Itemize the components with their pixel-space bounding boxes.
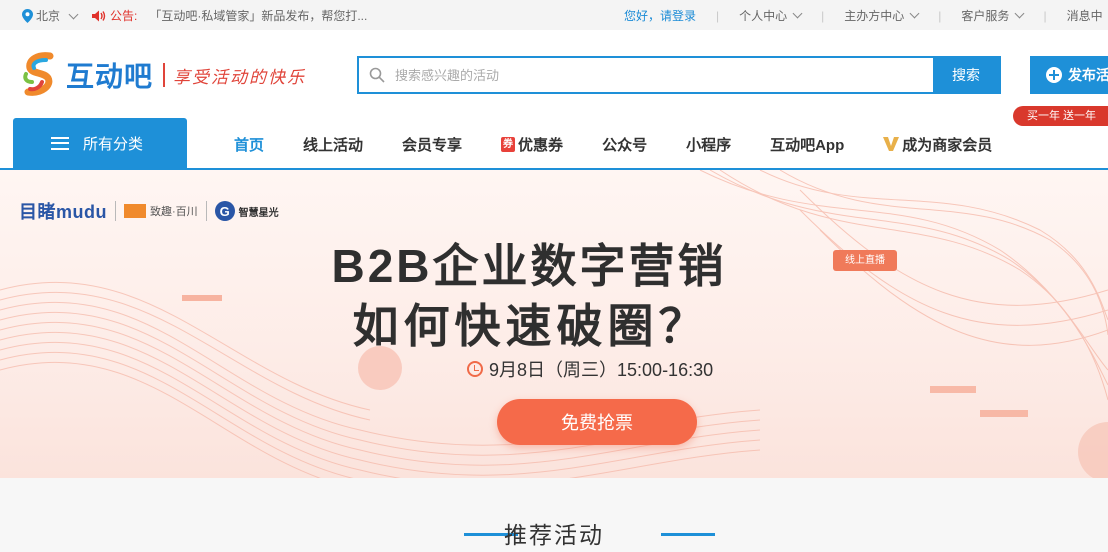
logo-name: 互动吧 [66,61,154,92]
announcement-text[interactable]: 「互动吧·私域管家」新品发布，帮您打... [149,7,367,24]
nav-item-home[interactable]: 首页 [234,134,264,155]
customer-service-menu[interactable]: 客户服务 [961,7,1025,24]
sponsor-logos: 目睹mudu 致趣·百川 G 智慧星光 [19,198,279,224]
divider [205,201,207,221]
main-nav: 所有分类 首页 线上活动 会员专享 券 优惠券 公众号 小程序 互动吧App 成… [0,106,1108,170]
speaker-icon [92,10,106,21]
menu-icon [51,136,69,150]
search-icon [359,58,395,92]
event-time: 9月8日（周三）15:00-16:30 [467,356,713,382]
top-bar: 北京 公告: 「互动吧·私域管家」新品发布，帮您打... 您好，请登录 | 个人… [0,0,1108,30]
divider [115,201,116,221]
banner-headline-line1: B2B企业数字营销 [331,240,727,292]
zhihui-xingguang-logo: G 智慧星光 [214,201,279,221]
title-line-right [661,533,715,536]
nav-items: 首页 线上活动 会员专享 券 优惠券 公众号 小程序 互动吧App 成为商家会员 [234,120,1031,168]
nav-item-member-exclusive[interactable]: 会员专享 [402,134,462,155]
chevron-down-icon [909,8,920,19]
live-tag: 线上直播 [833,250,897,271]
zhiqu-baichuan-logo: 致趣·百川 [124,203,198,219]
location-label: 北京 [36,9,61,23]
nav-item-online-events[interactable]: 线上活动 [303,134,363,155]
search-button[interactable]: 搜索 [933,58,999,92]
login-link[interactable]: 您好，请登录 [624,7,696,24]
announcement-label: 公告: [110,9,138,23]
banner-headline-line2: 如何快速破圈？ [352,300,710,352]
nav-item-merchant-member[interactable]: 成为商家会员 [883,134,992,155]
chevron-down-icon [792,8,803,19]
publish-event-button[interactable]: 发布活 [1030,56,1108,94]
nav-item-merchant-label: 成为商家会员 [902,136,993,154]
divider: | [716,8,720,23]
zhiqu-logo-icon [124,204,146,218]
user-links: 您好，请登录 | 个人中心 | 主办方中心 | 客户服务 | 消息中 [624,7,1103,24]
announcement[interactable]: 公告: 「互动吧·私域管家」新品发布，帮您打... [92,7,367,24]
free-ticket-button[interactable]: 免费抢票 [497,399,697,445]
location-selector[interactable]: 北京 [22,7,79,24]
hero-banner[interactable]: 目睹mudu 致趣·百川 G 智慧星光 B2B企业数字营销 如何快速破圈？ 线上… [0,170,1108,478]
vip-v-icon [883,137,900,151]
logo-divider [163,63,166,87]
coupon-icon: 券 [501,136,516,152]
personal-center-menu[interactable]: 个人中心 [739,7,803,24]
all-categories-label: 所有分类 [83,135,144,153]
g-logo-icon: G [214,201,235,221]
header: 互动吧 享受活动的快乐 搜索 发布活 [0,30,1108,120]
location-pin-icon [22,8,33,23]
section-title: 推荐活动 [504,522,604,548]
zhihui-logo-text: 智慧星光 [238,207,279,219]
mudu-logo: 目睹mudu [19,202,107,222]
nav-item-official-account[interactable]: 公众号 [602,134,647,155]
alarm-clock-icon [467,361,483,377]
promo-badge: 买一年 送一年 [1013,106,1108,126]
search-input[interactable] [395,58,933,92]
hudongba-logo-icon [23,52,54,96]
messages-link[interactable]: 消息中 [1067,7,1103,24]
plus-circle-icon [1046,67,1062,83]
nav-item-coupons[interactable]: 券 优惠券 [501,134,563,155]
nav-item-coupons-label: 优惠券 [518,136,564,154]
zhiqu-logo-text: 致趣·百川 [150,206,198,218]
recommended-section: 推荐活动 [0,478,1108,552]
chevron-down-icon [68,9,79,19]
divider: | [938,8,942,23]
nav-item-app[interactable]: 互动吧App [770,134,844,155]
publish-label: 发布活 [1068,67,1108,83]
event-time-text: 9月8日（周三）15:00-16:30 [489,360,714,380]
site-logo[interactable]: 互动吧 享受活动的快乐 [20,52,306,98]
search-bar: 搜索 [357,56,1001,94]
logo-slogan: 享受活动的快乐 [173,67,307,88]
organizer-center-menu[interactable]: 主办方中心 [844,7,920,24]
divider: | [1043,8,1047,23]
divider: | [821,8,825,23]
chevron-down-icon [1014,8,1025,19]
all-categories-button[interactable]: 所有分类 [13,118,187,168]
nav-item-mini-program[interactable]: 小程序 [686,134,731,155]
